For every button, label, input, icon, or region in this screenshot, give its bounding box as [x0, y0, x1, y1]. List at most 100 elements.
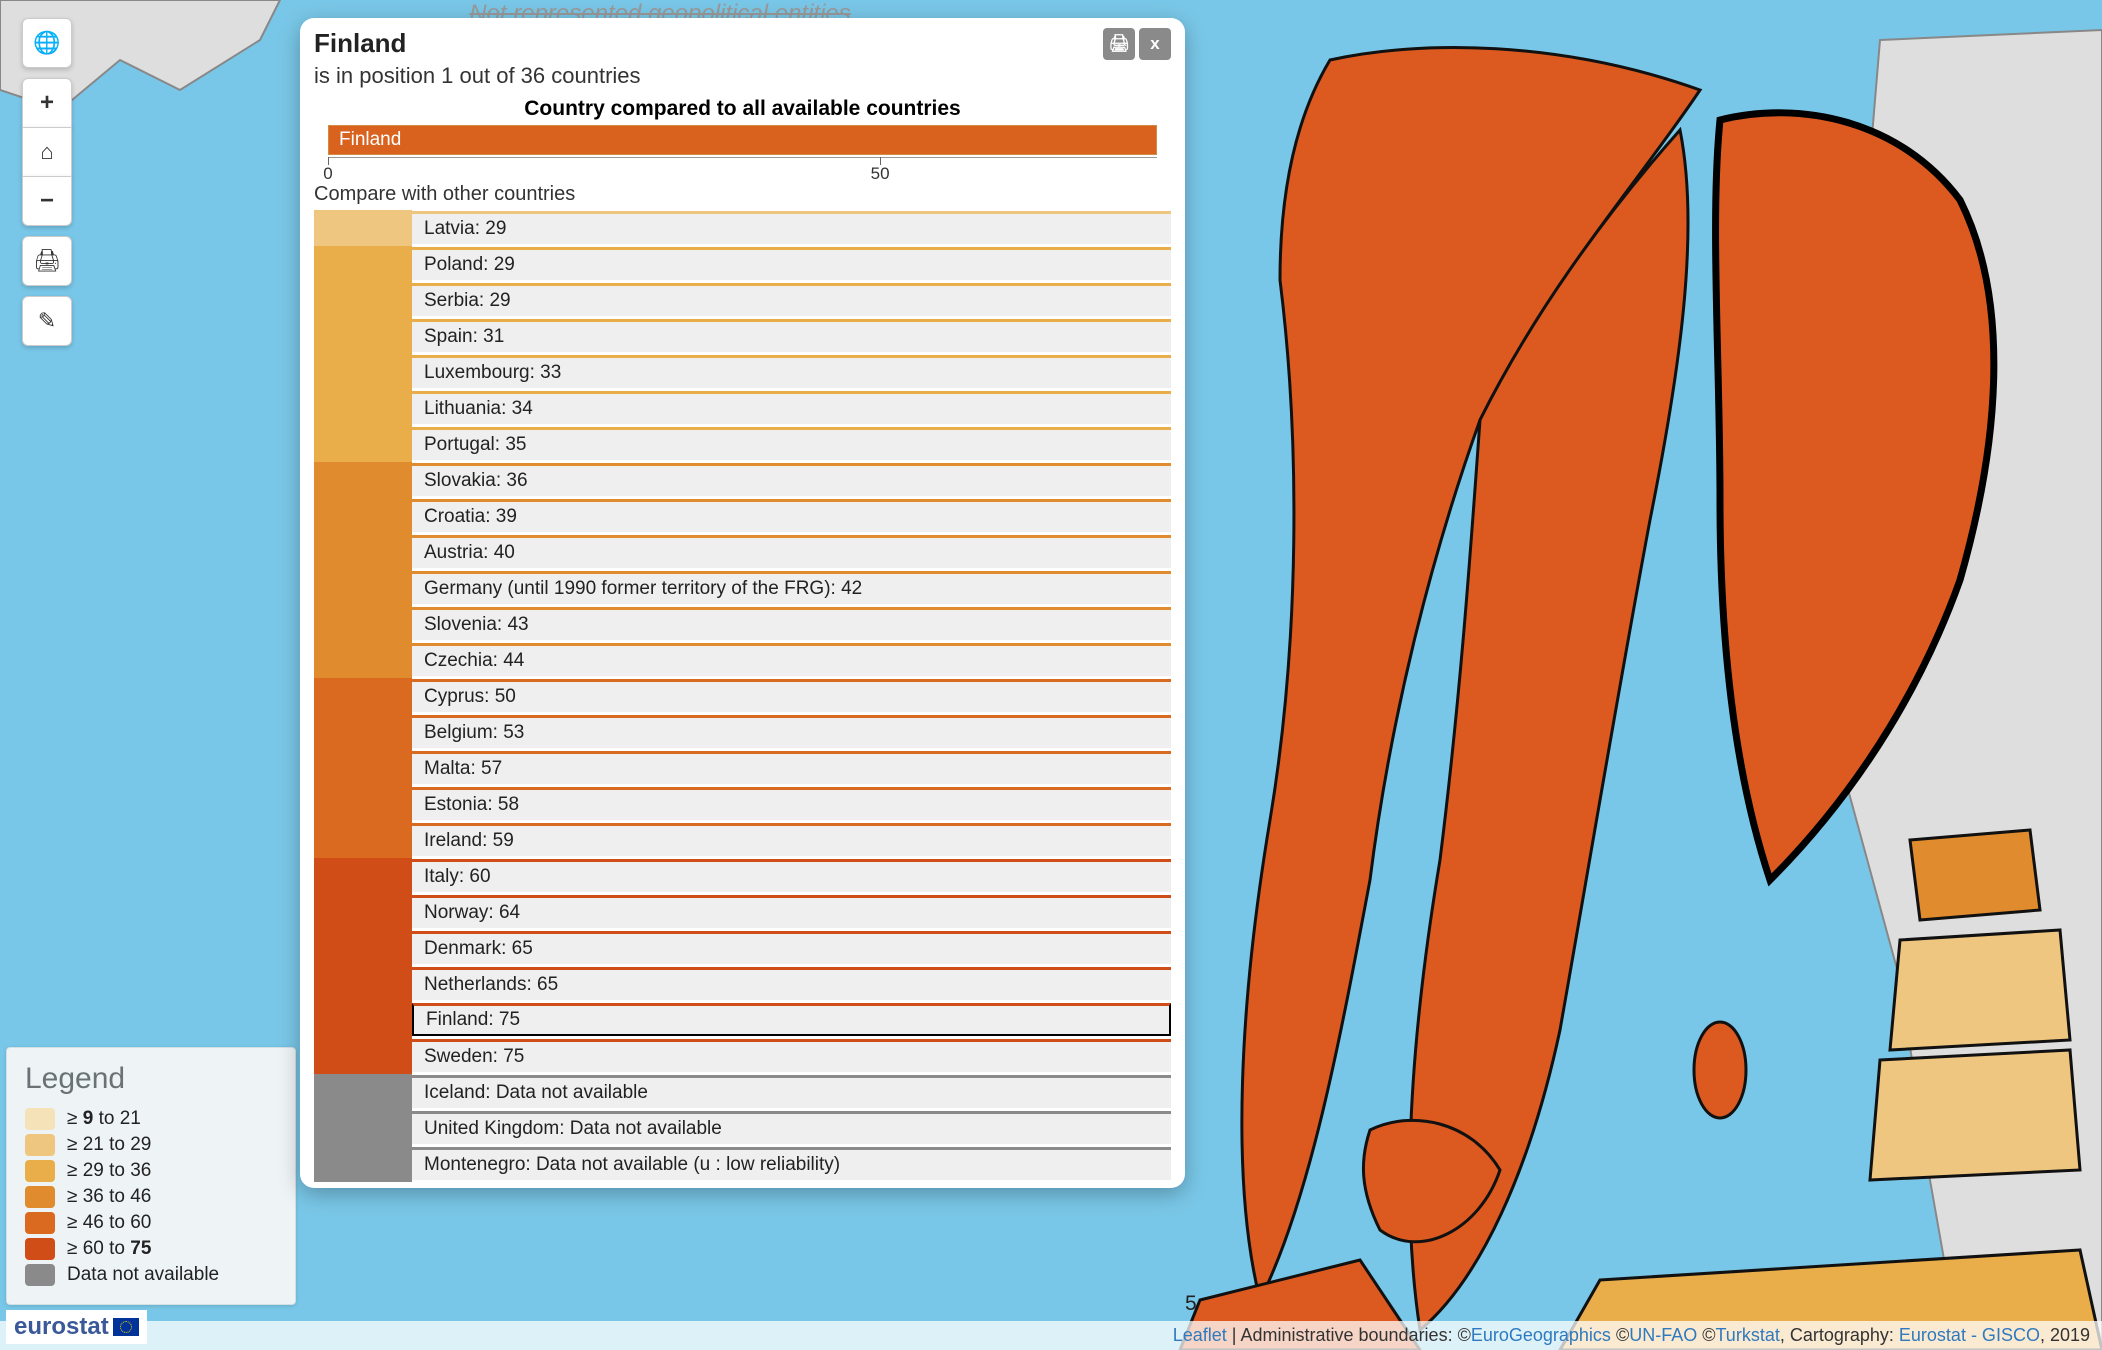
- compare-row[interactable]: Croatia: 39: [314, 498, 1171, 534]
- compare-row-label: Portugal: 35: [412, 427, 1171, 460]
- compare-row-bin-color: [314, 318, 412, 354]
- compare-row[interactable]: Slovenia: 43: [314, 606, 1171, 642]
- legend-row: ≥ 21 to 29: [25, 1132, 277, 1158]
- leaflet-link[interactable]: Leaflet: [1173, 1325, 1227, 1345]
- popup-mini-title: Country compared to all available countr…: [314, 97, 1171, 121]
- unfao-link[interactable]: UN-FAO: [1629, 1325, 1697, 1345]
- compare-row-label: Czechia: 44: [412, 643, 1171, 676]
- compare-row[interactable]: Lithuania: 34: [314, 390, 1171, 426]
- compare-row[interactable]: Czechia: 44: [314, 642, 1171, 678]
- compare-row-label: Germany (until 1990 former territory of …: [412, 571, 1171, 604]
- compare-row-bin-color: [314, 966, 412, 1002]
- compare-row[interactable]: Finland: 75: [314, 1002, 1171, 1038]
- compare-row-bin-color: [314, 678, 412, 714]
- compare-row[interactable]: Germany (until 1990 former territory of …: [314, 570, 1171, 606]
- eurogeo-link[interactable]: EuroGeographics: [1471, 1325, 1611, 1345]
- compare-row-bin-color: [314, 570, 412, 606]
- compare-row-label: Italy: 60: [412, 859, 1171, 892]
- legend-row: ≥ 29 to 36: [25, 1158, 277, 1184]
- compare-row-label: Luxembourg: 33: [412, 355, 1171, 388]
- compare-row-label: Latvia: 29: [412, 211, 1171, 244]
- compare-row[interactable]: Luxembourg: 33: [314, 354, 1171, 390]
- compare-row[interactable]: United Kingdom: Data not available: [314, 1110, 1171, 1146]
- compare-row[interactable]: Slovakia: 36: [314, 462, 1171, 498]
- compare-row-label: Sweden: 75: [412, 1039, 1171, 1072]
- home-button[interactable]: ⌂: [22, 127, 72, 177]
- compare-row[interactable]: Belgium: 53: [314, 714, 1171, 750]
- compare-row-label: Estonia: 58: [412, 787, 1171, 820]
- legend-swatch: [25, 1238, 55, 1260]
- compare-row[interactable]: Denmark: 65: [314, 930, 1171, 966]
- main-bar: Finland 0 50: [314, 121, 1171, 173]
- compare-row-bin-color: [314, 606, 412, 642]
- compare-row-bin-color: [314, 390, 412, 426]
- zoom-out-button[interactable]: −: [22, 176, 72, 226]
- country-popup: Finland is in position 1 out of 36 count…: [300, 18, 1185, 1188]
- compare-row-label: Slovakia: 36: [412, 463, 1171, 496]
- compare-row-bin-color: [314, 1110, 412, 1146]
- legend-swatch: [25, 1264, 55, 1286]
- compare-row[interactable]: Montenegro: Data not available (u : low …: [314, 1146, 1171, 1182]
- eu-flag-icon: [113, 1318, 139, 1336]
- compare-row[interactable]: Italy: 60: [314, 858, 1171, 894]
- popup-print-button[interactable]: 🖨: [1103, 28, 1135, 60]
- compare-row[interactable]: Malta: 57: [314, 750, 1171, 786]
- globe-button[interactable]: 🌐: [22, 18, 72, 68]
- zoom-in-button[interactable]: +: [22, 78, 72, 128]
- legend-row: ≥ 36 to 46: [25, 1184, 277, 1210]
- compare-row[interactable]: Portugal: 35: [314, 426, 1171, 462]
- compare-row[interactable]: Spain: 31: [314, 318, 1171, 354]
- legend-row: Data not available: [25, 1262, 277, 1288]
- compare-list: Latvia: 29Poland: 29Serbia: 29Spain: 31L…: [314, 210, 1171, 1182]
- compare-row[interactable]: Serbia: 29: [314, 282, 1171, 318]
- legend-swatch: [25, 1186, 55, 1208]
- legend-row: ≥ 9 to 21: [25, 1106, 277, 1132]
- compare-row-bin-color: [314, 930, 412, 966]
- turkstat-link[interactable]: Turkstat: [1715, 1325, 1779, 1345]
- gisco-link[interactable]: Eurostat - GISCO: [1899, 1325, 2040, 1345]
- main-bar-label: Finland: [339, 129, 401, 151]
- legend-swatch: [25, 1212, 55, 1234]
- compare-row-bin-color: [314, 1002, 412, 1038]
- compare-row-label: Denmark: 65: [412, 931, 1171, 964]
- print-button[interactable]: 🖨: [22, 236, 72, 286]
- legend-swatch: [25, 1108, 55, 1130]
- compare-row-label: Montenegro: Data not available (u : low …: [412, 1147, 1171, 1180]
- axis-tick-50: 50: [871, 164, 890, 184]
- compare-row-bin-color: [314, 1146, 412, 1182]
- stray-number: 5: [1185, 1292, 1197, 1316]
- compare-row-label: Austria: 40: [412, 535, 1171, 568]
- style-button[interactable]: ✎: [22, 296, 72, 346]
- compare-row[interactable]: Estonia: 58: [314, 786, 1171, 822]
- legend-row: ≥ 60 to 75: [25, 1236, 277, 1262]
- compare-row[interactable]: Iceland: Data not available: [314, 1074, 1171, 1110]
- compare-row[interactable]: Norway: 64: [314, 894, 1171, 930]
- compare-row-bin-color: [314, 534, 412, 570]
- compare-row-label: Norway: 64: [412, 895, 1171, 928]
- compare-row-bin-color: [314, 426, 412, 462]
- eurostat-logo: eurostat: [6, 1310, 147, 1344]
- plus-icon: +: [40, 89, 54, 117]
- compare-row-bin-color: [314, 714, 412, 750]
- legend-label: ≥ 36 to 46: [67, 1186, 151, 1208]
- compare-row[interactable]: Latvia: 29: [314, 210, 1171, 246]
- compare-row[interactable]: Sweden: 75: [314, 1038, 1171, 1074]
- compare-row[interactable]: Poland: 29: [314, 246, 1171, 282]
- compare-row-bin-color: [314, 210, 412, 246]
- legend-panel: Legend ≥ 9 to 21≥ 21 to 29≥ 29 to 36≥ 36…: [6, 1047, 296, 1305]
- compare-row[interactable]: Austria: 40: [314, 534, 1171, 570]
- compare-row-label: Croatia: 39: [412, 499, 1171, 532]
- attribution-bar: Leaflet | Administrative boundaries: ©Eu…: [0, 1321, 2102, 1350]
- compare-row-label: Lithuania: 34: [412, 391, 1171, 424]
- legend-row: ≥ 46 to 60: [25, 1210, 277, 1236]
- compare-row[interactable]: Ireland: 59: [314, 822, 1171, 858]
- compare-row-label: Serbia: 29: [412, 283, 1171, 316]
- printer-icon: 🖨: [33, 248, 61, 274]
- popup-close-button[interactable]: x: [1139, 28, 1171, 60]
- compare-row[interactable]: Netherlands: 65: [314, 966, 1171, 1002]
- compare-row-bin-color: [314, 750, 412, 786]
- main-bar-fill: [329, 126, 1156, 154]
- compare-row-bin-color: [314, 462, 412, 498]
- compare-row[interactable]: Cyprus: 50: [314, 678, 1171, 714]
- popup-title: Finland: [314, 28, 641, 59]
